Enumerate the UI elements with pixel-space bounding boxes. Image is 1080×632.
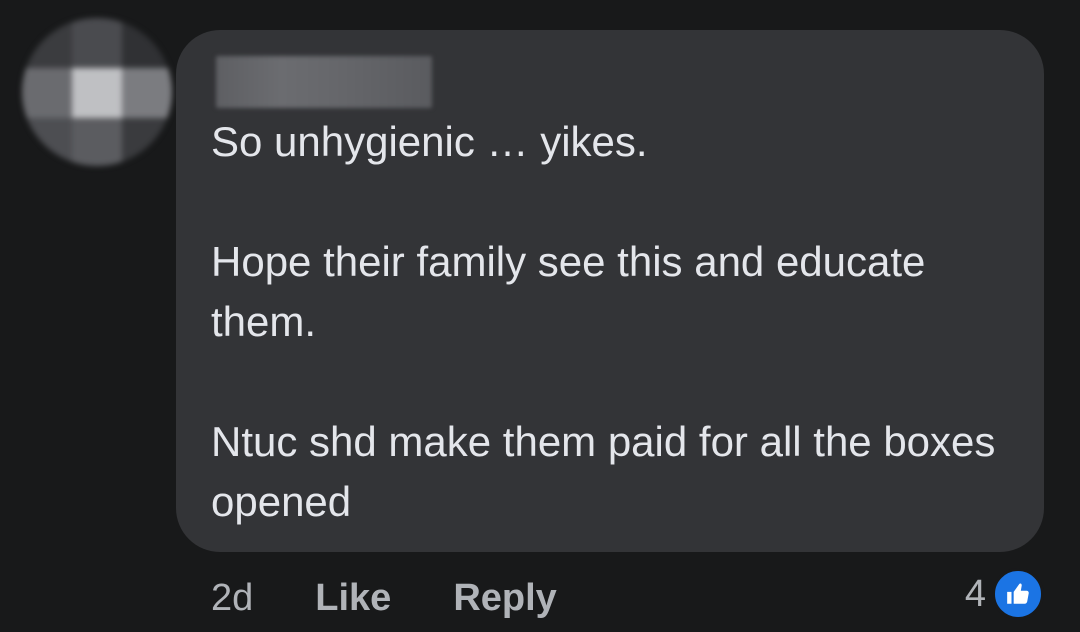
comment-line: Ntuc shd make them paid for all the boxe… [211,418,996,525]
comment-line: Hope their family see this and educate t… [211,238,926,345]
like-button[interactable]: Like [315,577,391,620]
reaction-count: 4 [964,572,986,615]
reply-button[interactable]: Reply [453,577,556,620]
timestamp[interactable]: 2d [211,577,253,620]
comment-line: So unhygienic … yikes. [211,118,648,165]
author-name[interactable] [216,56,432,108]
like-icon [992,568,1044,620]
avatar[interactable] [22,18,172,166]
reaction-summary[interactable]: 4 [965,568,1044,620]
comment-screen: So unhygienic … yikes. Hope their family… [0,0,1080,632]
comment-actions: 2d Like Reply [211,572,619,624]
comment-text: So unhygienic … yikes. Hope their family… [211,112,1011,532]
